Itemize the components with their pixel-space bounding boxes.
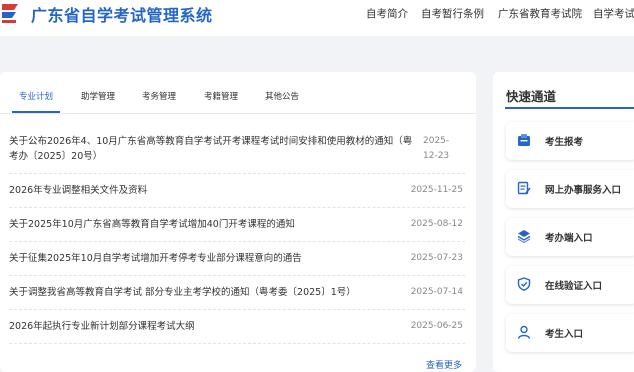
news-row[interactable]: 关于征集2025年10月自学考试增加开考停考专业部分课程意向的通告 2025-0… xyxy=(9,241,465,276)
quick-access-title: 快速通道 xyxy=(506,89,557,104)
news-row[interactable]: 关于调整我省高等教育自学考试 部分专业主考学校的通知（粤考委〔2025〕1号） … xyxy=(9,275,465,310)
tab-major-plan[interactable]: 专业计划 xyxy=(19,90,53,102)
news-panel: 专业计划 助学管理 考务管理 考籍管理 其他公告 关于公布2026年4、10月广… xyxy=(0,72,476,372)
nav-item-exam-authority[interactable]: 广东省教育考试院 xyxy=(498,6,582,21)
news-title[interactable]: 关于征集2025年10月自学考试增加开考停考专业部分课程意向的通告 xyxy=(9,251,419,266)
nav-item-regulations[interactable]: 自考暂行条例 xyxy=(421,6,484,21)
quick-item-office[interactable]: 考办端入口 xyxy=(506,218,634,256)
news-title[interactable]: 2026年专业调整相关文件及资料 xyxy=(9,183,419,198)
tab-assistance[interactable]: 助学管理 xyxy=(81,90,115,102)
quick-item-label: 考生入口 xyxy=(545,329,584,340)
news-row[interactable]: 关于公布2026年4、10月广东省高等教育自学考试开考课程考试时间安排和使用教材… xyxy=(9,127,465,174)
news-title[interactable]: 2026年起执行专业新计划部分课程考试大纲 xyxy=(9,319,419,334)
tab-exam-affairs[interactable]: 考务管理 xyxy=(142,90,176,102)
quick-item-register[interactable]: 考生报考 xyxy=(506,122,634,160)
layers-icon xyxy=(517,230,531,243)
quick-item-verify[interactable]: 在线验证入口 xyxy=(506,266,634,304)
news-row[interactable]: 2026年起执行专业新计划部分课程考试大纲 2025-06-25 xyxy=(9,309,465,344)
shield-check-icon xyxy=(517,277,531,291)
news-date: 2025-06-25 xyxy=(410,321,463,331)
news-row[interactable]: 2026年专业调整相关文件及资料 2025-11-25 xyxy=(9,173,465,208)
nav-item-intro[interactable]: 自考简介 xyxy=(366,6,408,21)
tab-other[interactable]: 其他公告 xyxy=(265,90,299,102)
active-tab-indicator xyxy=(12,111,60,113)
news-tabs: 专业计划 助学管理 考务管理 考籍管理 其他公告 xyxy=(0,72,476,114)
news-date: 2025-07-23 xyxy=(410,253,463,263)
news-title[interactable]: 关于调整我省高等教育自学考试 部分专业主考学校的通知（粤考委〔2025〕1号） xyxy=(9,285,419,300)
quick-item-label: 考生报考 xyxy=(545,137,584,148)
news-date: 2025-12-23 xyxy=(423,136,450,161)
quick-item-label: 在线验证入口 xyxy=(545,281,603,292)
quick-item-label: 网上办事服务入口 xyxy=(545,185,622,196)
quick-item-label: 考办端入口 xyxy=(545,233,593,244)
tab-records[interactable]: 考籍管理 xyxy=(204,90,238,102)
site-header: 广东省自学考试管理系统 自考简介 自考暂行条例 广东省教育考试院 自学考试 xyxy=(0,0,634,36)
registration-icon xyxy=(518,134,530,146)
quick-item-online-service[interactable]: 网上办事服务入口 xyxy=(506,170,634,208)
more-link[interactable]: 查看更多 xyxy=(426,358,462,371)
news-date: 2025-11-25 xyxy=(410,185,463,195)
nav-item-self-study[interactable]: 自学考试 xyxy=(593,6,634,21)
news-title[interactable]: 关于公布2026年4、10月广东省高等教育自学考试开考课程考试时间安排和使用教材… xyxy=(9,134,419,164)
quick-item-candidate[interactable]: 考生入口 xyxy=(506,314,634,352)
news-date: 2025-08-12 xyxy=(410,219,463,229)
user-icon xyxy=(517,325,531,339)
quick-access-divider xyxy=(505,107,634,109)
top-nav: 自考简介 自考暂行条例 广东省教育考试院 自学考试 xyxy=(0,6,634,20)
news-row[interactable]: 关于2025年10月广东省高等教育自学考试增加40门开考课程的通知 2025-0… xyxy=(9,207,465,242)
quick-access-panel: 快速通道 考生报考 网上办事服务入口 考办端入口 在线验证入口 考生入口 xyxy=(493,72,634,372)
online-service-icon xyxy=(517,181,531,195)
news-title[interactable]: 关于2025年10月广东省高等教育自学考试增加40门开考课程的通知 xyxy=(9,217,419,232)
news-date: 2025-07-14 xyxy=(410,287,463,297)
